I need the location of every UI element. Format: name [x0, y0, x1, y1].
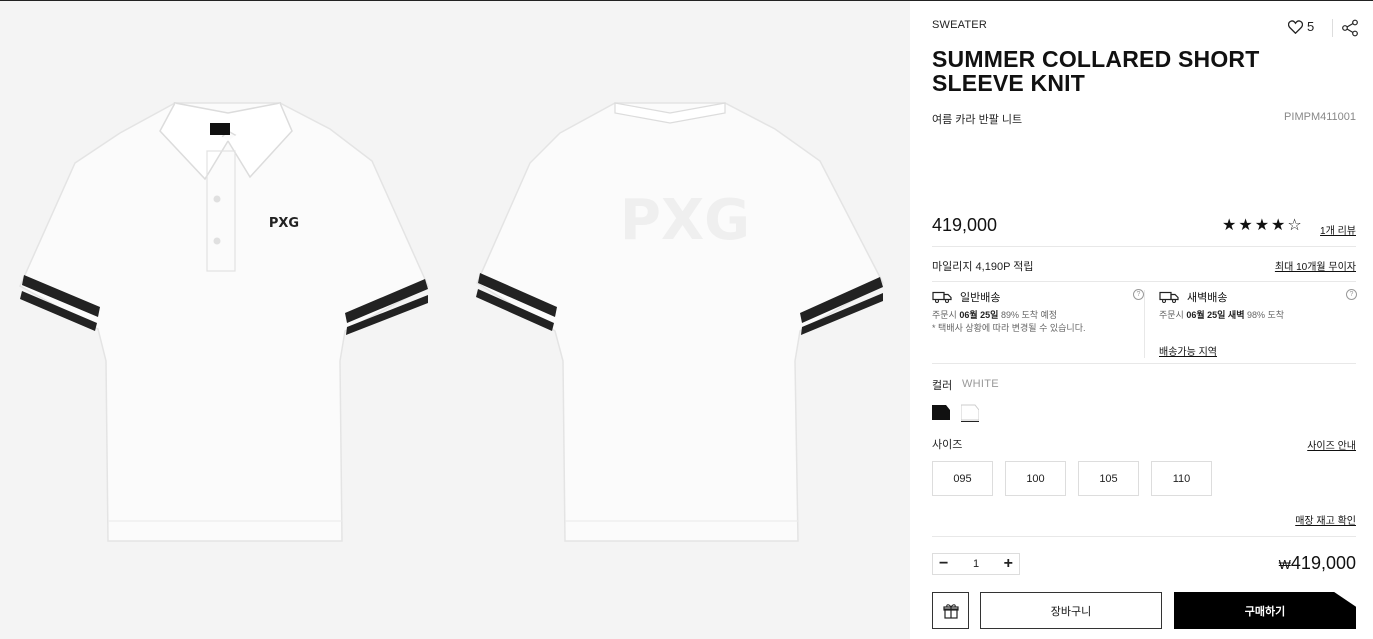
review-link[interactable]: 1개 리뷰	[1320, 222, 1356, 237]
color-swatch-white[interactable]	[961, 402, 979, 422]
size-label: 사이즈	[932, 439, 963, 451]
quantity-decrease-button[interactable]: −	[939, 556, 948, 572]
star-filled-icon: ★	[1271, 217, 1286, 234]
size-option-100[interactable]: 100	[1005, 461, 1066, 496]
product-code: PIMPM411001	[1284, 111, 1356, 123]
eta-date: 06월 25일 새벽	[1186, 310, 1245, 320]
gift-button[interactable]	[932, 592, 969, 629]
size-options: 095 100 105 110	[932, 461, 1212, 496]
normal-shipping-note: * 택배사 상황에 따라 변경될 수 있습니다.	[932, 323, 1086, 333]
dawn-truck-icon	[1159, 291, 1179, 303]
product-info-panel: SWEATER 5 SUMMER COLLARED SHORT SLEEVE K…	[910, 1, 1373, 639]
eta-suffix: 89% 도착 예정	[998, 310, 1058, 320]
share-icon[interactable]	[1342, 19, 1358, 37]
dawn-shipping-eta: 주문시 06월 25일 새벽 98% 도착	[1159, 310, 1357, 321]
color-swatch-black[interactable]	[932, 402, 950, 422]
rating-stars: ★ ★ ★ ★ ☆	[1222, 217, 1302, 235]
heart-icon	[1288, 19, 1303, 34]
front-logo-text: PXG	[269, 216, 299, 231]
star-filled-icon: ★	[1222, 217, 1237, 234]
star-filled-icon: ★	[1254, 217, 1270, 234]
color-label: 컬러	[932, 380, 953, 392]
add-to-cart-button[interactable]: 장바구니	[980, 592, 1162, 629]
divider	[932, 281, 1356, 282]
total-price: ₩419,000	[1279, 553, 1356, 574]
buy-now-button[interactable]: 구매하기	[1174, 592, 1356, 629]
help-icon[interactable]: ?	[1133, 289, 1144, 300]
divider	[932, 363, 1356, 364]
color-value: WHITE	[962, 378, 999, 390]
star-empty-icon: ☆	[1287, 217, 1302, 234]
star-filled-icon: ★	[1238, 217, 1253, 234]
size-option-105[interactable]: 105	[1078, 461, 1139, 496]
eta-prefix: 주문시	[932, 310, 960, 320]
currency-symbol: ₩	[1278, 557, 1291, 572]
eta-prefix: 주문시	[1159, 310, 1187, 320]
installment-link[interactable]: 최대 10개월 무이자	[1275, 258, 1356, 273]
help-icon[interactable]: ?	[1346, 289, 1357, 300]
total-amount: 419,000	[1290, 553, 1356, 573]
quantity-value[interactable]: 1	[973, 558, 979, 570]
dawn-shipping-title: 새벽배송	[1187, 292, 1228, 304]
product-category: SWEATER	[932, 19, 987, 31]
eta-date: 06월 25일	[959, 310, 999, 320]
quantity-stepper: − 1 +	[932, 553, 1020, 575]
product-image-front[interactable]: PXG	[0, 1, 450, 639]
size-option-095[interactable]: 095	[932, 461, 993, 496]
product-image-back[interactable]: PXG	[455, 1, 910, 639]
truck-icon	[932, 291, 952, 303]
product-gallery: PXG PXG	[0, 1, 910, 639]
quantity-increase-button[interactable]: +	[1004, 556, 1013, 572]
like-count: 5	[1307, 19, 1315, 34]
gift-icon	[942, 603, 959, 619]
back-logo-text: PXG	[620, 188, 750, 253]
divider	[932, 246, 1356, 247]
shipping-divider	[1144, 290, 1145, 358]
normal-shipping-title: 일반배송	[960, 292, 1001, 304]
store-stock-link[interactable]: 매장 재고 확인	[1295, 512, 1356, 527]
delivery-area-link[interactable]: 배송가능 지역	[1159, 343, 1217, 358]
product-title: SUMMER COLLARED SHORT SLEEVE KNIT	[932, 46, 1260, 96]
size-guide-link[interactable]: 사이즈 안내	[1307, 437, 1356, 452]
like-button[interactable]: 5	[1288, 19, 1314, 34]
dawn-shipping: 새벽배송 주문시 06월 25일 새벽 98% 도착 ?	[1159, 289, 1357, 321]
normal-shipping-eta: 주문시 06월 25일 89% 도착 예정	[932, 310, 1142, 321]
product-subtitle: 여름 카라 반팔 니트	[932, 114, 1023, 126]
normal-shipping: 일반배송 주문시 06월 25일 89% 도착 예정 * 택배사 상황에 따라 …	[932, 289, 1144, 334]
header-divider	[1332, 19, 1333, 37]
eta-suffix: 98% 도착	[1244, 310, 1285, 320]
product-price: 419,000	[932, 215, 998, 235]
size-option-110[interactable]: 110	[1151, 461, 1212, 496]
mileage-text: 마일리지 4,190P 적립	[932, 261, 1034, 273]
divider	[932, 536, 1356, 537]
